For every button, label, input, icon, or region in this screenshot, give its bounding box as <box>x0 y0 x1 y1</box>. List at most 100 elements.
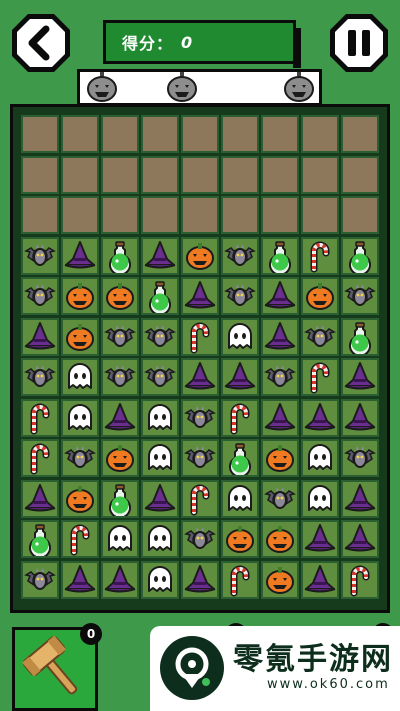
board-tile[interactable] <box>141 560 179 599</box>
board-tile[interactable] <box>141 358 179 396</box>
board-tile[interactable] <box>61 520 99 558</box>
board-tile[interactable] <box>61 479 99 518</box>
board-tile[interactable] <box>221 439 259 477</box>
board-tile[interactable] <box>181 317 219 356</box>
board-tile[interactable] <box>61 277 99 315</box>
board-tile[interactable] <box>181 358 219 396</box>
board-tile[interactable] <box>301 236 339 275</box>
board-tile[interactable] <box>301 398 339 437</box>
board-tile[interactable] <box>181 439 219 477</box>
jack-o-lantern-icon <box>306 283 334 310</box>
board-tile[interactable] <box>101 398 139 437</box>
board-tile[interactable] <box>301 358 339 396</box>
board-tile[interactable] <box>21 560 59 599</box>
board-tile[interactable] <box>101 479 139 518</box>
board-tile[interactable] <box>61 358 99 396</box>
board-tile[interactable] <box>21 479 59 518</box>
board-tile[interactable] <box>261 479 299 518</box>
board-tile[interactable] <box>141 317 179 356</box>
board-tile[interactable] <box>181 398 219 437</box>
board-tile[interactable] <box>221 520 259 558</box>
board-tile[interactable] <box>261 439 299 477</box>
board-tile[interactable] <box>141 236 179 275</box>
board-tile[interactable] <box>101 317 139 356</box>
board-empty-cell <box>141 115 179 153</box>
board-tile[interactable] <box>21 398 59 437</box>
board-tile[interactable] <box>181 277 219 315</box>
board-tile[interactable] <box>261 277 299 315</box>
board-tile[interactable] <box>341 479 379 518</box>
board-tile[interactable] <box>261 560 299 599</box>
board-tile[interactable] <box>141 277 179 315</box>
candy-cane-icon <box>30 443 50 475</box>
board-tile[interactable] <box>101 236 139 275</box>
board-tile[interactable] <box>21 439 59 477</box>
pause-button[interactable] <box>328 12 390 74</box>
ghost-icon <box>68 363 92 389</box>
hammer-tool-button[interactable]: 0 <box>12 623 102 711</box>
board-tile[interactable] <box>341 236 379 275</box>
board-tile[interactable] <box>341 358 379 396</box>
bat-icon <box>104 324 136 347</box>
board-tile[interactable] <box>181 520 219 558</box>
board-tile[interactable] <box>101 358 139 396</box>
candy-cane-icon <box>230 403 250 434</box>
board-tile[interactable] <box>301 479 339 518</box>
board-tile[interactable] <box>21 358 59 396</box>
board-tile[interactable] <box>221 398 259 437</box>
board-tile[interactable] <box>21 236 59 275</box>
board-tile[interactable] <box>61 398 99 437</box>
back-button[interactable] <box>10 12 72 74</box>
board-tile[interactable] <box>181 479 219 518</box>
bat-icon <box>264 365 296 387</box>
board-tile[interactable] <box>301 277 339 315</box>
board-tile[interactable] <box>141 398 179 437</box>
board-tile[interactable] <box>261 236 299 275</box>
board-tile[interactable] <box>221 317 259 356</box>
board-tile[interactable] <box>141 520 179 558</box>
board-tile[interactable] <box>221 560 259 599</box>
board-tile[interactable] <box>341 560 379 599</box>
board-tile[interactable] <box>261 317 299 356</box>
board-tile[interactable] <box>61 317 99 356</box>
board-tile[interactable] <box>341 277 379 315</box>
board-tile[interactable] <box>101 439 139 477</box>
board-tile[interactable] <box>21 277 59 315</box>
board-tile[interactable] <box>221 236 259 275</box>
board-tile[interactable] <box>101 520 139 558</box>
board-tile[interactable] <box>301 317 339 356</box>
board-empty-cell <box>221 196 259 234</box>
board-tile[interactable] <box>101 560 139 599</box>
board-tile[interactable] <box>341 317 379 356</box>
board-empty-cell <box>341 196 379 234</box>
board-tile[interactable] <box>21 317 59 356</box>
ghost-icon <box>148 525 172 551</box>
board-tile[interactable] <box>61 236 99 275</box>
board-empty-cell <box>341 115 379 153</box>
board-tile[interactable] <box>301 439 339 477</box>
board-tile[interactable] <box>21 520 59 558</box>
board-tile[interactable] <box>261 358 299 396</box>
jack-o-lantern-icon <box>106 445 134 472</box>
board-tile[interactable] <box>301 560 339 599</box>
board-tile[interactable] <box>101 277 139 315</box>
board-tile[interactable] <box>61 560 99 599</box>
board-tile[interactable] <box>341 520 379 558</box>
board-tile[interactable] <box>221 277 259 315</box>
board-tile[interactable] <box>341 398 379 437</box>
board-tile[interactable] <box>61 439 99 477</box>
board-tile[interactable] <box>221 479 259 518</box>
board-tile[interactable] <box>141 439 179 477</box>
witch-hat-icon <box>344 362 376 390</box>
board-tile[interactable] <box>261 520 299 558</box>
board-tile[interactable] <box>341 439 379 477</box>
board-tile[interactable] <box>221 358 259 396</box>
bat-icon <box>24 567 56 590</box>
board-empty-cell <box>141 155 179 194</box>
board-tile[interactable] <box>181 236 219 275</box>
board-tile[interactable] <box>141 479 179 518</box>
pause-icon <box>330 14 388 72</box>
board-tile[interactable] <box>261 398 299 437</box>
board-tile[interactable] <box>301 520 339 558</box>
board-tile[interactable] <box>181 560 219 599</box>
